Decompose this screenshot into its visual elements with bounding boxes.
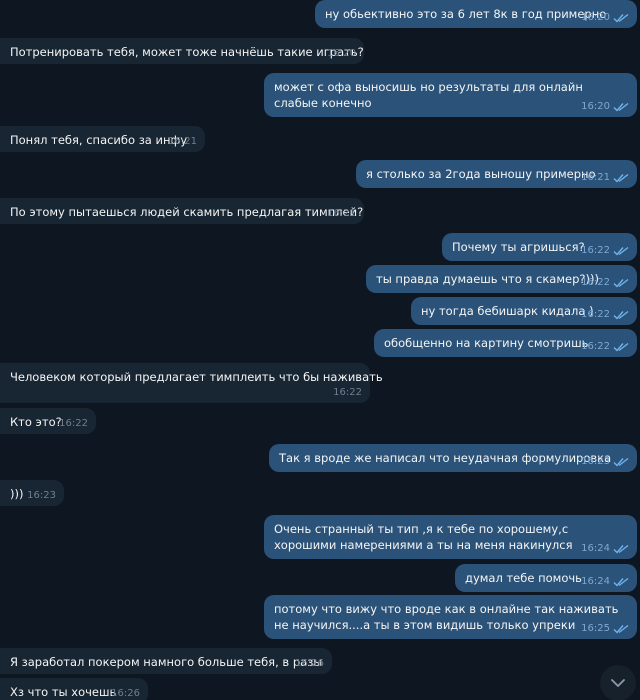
message-meta: 16:22	[333, 387, 362, 399]
double-check-icon	[613, 577, 629, 587]
message-meta: 16:22	[581, 245, 629, 257]
message-bubble-outgoing[interactable]: может с офа выносишь но результаты для о…	[264, 73, 637, 117]
message-meta: 16:23	[581, 456, 629, 468]
message-time: 16:26	[111, 688, 140, 699]
message-bubble-outgoing[interactable]: Очень странный ты тип ,я к тебе по хорош…	[264, 515, 637, 559]
message-bubble-incoming[interactable]: Кто это? 16:22	[0, 408, 96, 434]
message-meta: 16:24	[581, 576, 629, 588]
message-text: ты правда думаешь что я скамер?)))	[376, 272, 599, 286]
message-bubble-outgoing[interactable]: Почему ты агришься? 16:22	[442, 233, 637, 261]
double-check-icon	[613, 246, 629, 256]
message-meta: 16:26	[295, 658, 324, 670]
message-text: Так я вроде же написал что неудачная фор…	[279, 451, 612, 465]
message-text: Я заработал покером намного больше тебя,…	[10, 655, 323, 669]
message-text: я столько за 2года выношу примерно	[366, 167, 596, 181]
message-time: 16:22	[581, 309, 610, 320]
message-text: думал тебе помочь	[465, 571, 582, 585]
message-meta: 16:24	[581, 543, 629, 555]
double-check-icon	[613, 544, 629, 554]
message-meta: 16:20	[327, 48, 356, 60]
message-text: )))	[10, 487, 24, 501]
message-text: Хз что ты хочешь	[10, 685, 117, 699]
double-check-icon	[613, 457, 629, 467]
message-bubble-incoming[interactable]: Человеком который предлагает тимплеить ч…	[0, 363, 383, 403]
message-bubble-outgoing[interactable]: обобщенно на картину смотришь 16:22	[374, 329, 637, 357]
message-text: потому что вижу что вроде как в онлайне …	[274, 602, 619, 632]
message-text: ну обьективно это за 6 лет 8к в год прим…	[325, 7, 607, 21]
message-bubble-outgoing[interactable]: потому что вижу что вроде как в онлайне …	[264, 595, 637, 639]
double-check-icon	[613, 102, 629, 112]
message-time: 16:22	[581, 245, 610, 256]
message-bubble-outgoing[interactable]: ну тогда бебишарк кидала ) 16:22	[411, 297, 637, 325]
message-meta: 16:26	[111, 688, 140, 700]
double-check-icon	[613, 310, 629, 320]
message-time: 16:20	[327, 48, 356, 59]
message-bubble-outgoing[interactable]: ну обьективно это за 6 лет 8к в год прим…	[315, 0, 637, 28]
message-bubble-outgoing[interactable]: ты правда думаешь что я скамер?))) 16:22	[366, 265, 637, 293]
message-meta: 16:21	[327, 208, 356, 220]
message-bubble-incoming[interactable]: Понял тебя, спасибо за инфу 16:21	[0, 126, 205, 152]
message-text: Кто это?	[10, 415, 62, 429]
message-bubble-incoming[interactable]: Я заработал покером намного больше тебя,…	[0, 648, 332, 674]
double-check-icon	[613, 278, 629, 288]
message-text: Человеком который предлагает тимплеить ч…	[10, 370, 383, 384]
message-time: 16:21	[581, 172, 610, 183]
message-meta: 16:20	[581, 101, 629, 113]
message-time: 16:26	[295, 658, 324, 669]
message-bubble-incoming[interactable]: Хз что ты хочешь 16:26	[0, 678, 148, 700]
message-meta: 16:22	[581, 341, 629, 353]
message-bubble-outgoing[interactable]: я столько за 2года выношу примерно 16:21	[356, 160, 637, 188]
double-check-icon	[613, 13, 629, 23]
chat-message-list[interactable]: ну обьективно это за 6 лет 8к в год прим…	[0, 0, 640, 700]
message-bubble-outgoing[interactable]: Так я вроде же написал что неудачная фор…	[269, 444, 637, 472]
message-bubble-outgoing[interactable]: думал тебе помочь 16:24	[455, 564, 637, 592]
message-time: 16:23	[581, 456, 610, 467]
message-meta: 16:21	[168, 136, 197, 148]
message-time: 16:22	[333, 387, 362, 398]
double-check-icon	[613, 173, 629, 183]
chevron-down-icon	[611, 679, 625, 688]
message-time: 16:24	[581, 543, 610, 554]
scroll-to-bottom-button[interactable]	[600, 665, 636, 700]
message-meta: 16:25	[581, 623, 629, 635]
message-time: 16:20	[581, 12, 610, 23]
message-text: Почему ты агришься?	[452, 240, 585, 254]
double-check-icon	[613, 342, 629, 352]
message-text: обобщенно на картину смотришь	[384, 336, 589, 350]
message-text: может с офа выносишь но результаты для о…	[274, 80, 583, 110]
message-bubble-incoming[interactable]: По этому пытаешься людей скамить предлаг…	[0, 198, 364, 224]
double-check-icon	[613, 624, 629, 634]
message-text: По этому пытаешься людей скамить предлаг…	[10, 205, 364, 219]
message-text: ну тогда бебишарк кидала )	[421, 304, 594, 318]
message-meta: 16:21	[581, 172, 629, 184]
message-time: 16:22	[581, 277, 610, 288]
message-time: 16:24	[581, 576, 610, 587]
message-time: 16:21	[327, 208, 356, 219]
message-bubble-incoming[interactable]: ))) 16:23	[0, 480, 64, 506]
message-time: 16:20	[581, 101, 610, 112]
message-time: 16:25	[581, 623, 610, 634]
message-meta: 16:22	[59, 418, 88, 430]
message-time: 16:22	[581, 341, 610, 352]
message-time: 16:23	[27, 490, 56, 501]
message-meta: 16:22	[581, 277, 629, 289]
message-meta: 16:20	[581, 12, 629, 24]
message-meta: 16:23	[27, 490, 56, 502]
message-bubble-incoming[interactable]: Потренировать тебя, может тоже начнёшь т…	[0, 38, 364, 64]
message-meta: 16:22	[581, 309, 629, 321]
message-time: 16:22	[59, 418, 88, 429]
message-time: 16:21	[168, 136, 197, 147]
message-text: Понял тебя, спасибо за инфу	[10, 133, 188, 147]
message-text: Очень странный ты тип ,я к тебе по хорош…	[274, 522, 573, 552]
message-text: Потренировать тебя, может тоже начнёшь т…	[10, 45, 364, 59]
